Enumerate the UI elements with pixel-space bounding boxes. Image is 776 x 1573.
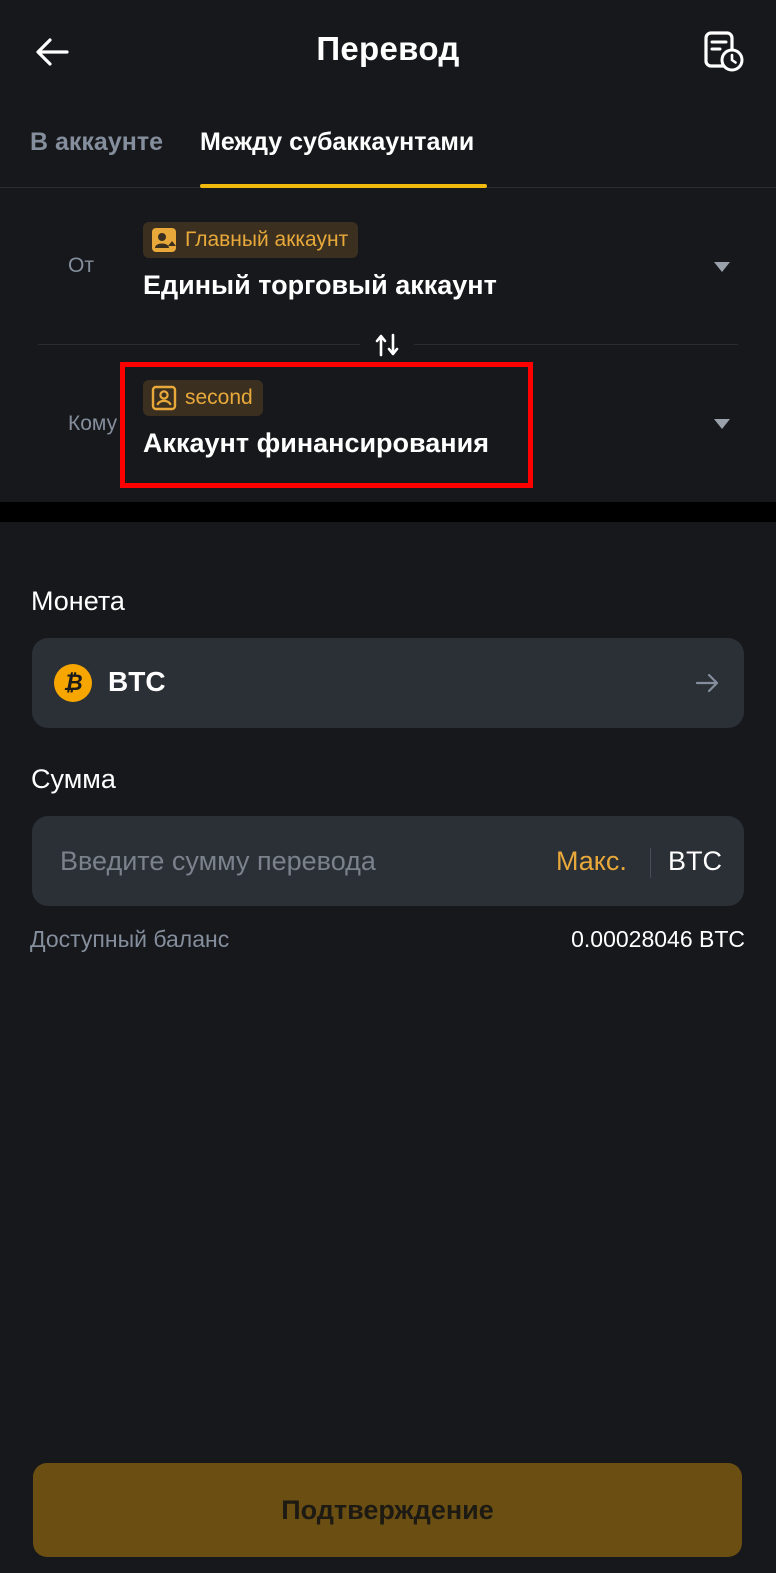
transfer-tabs: В аккаунте Между субаккаунтами bbox=[0, 104, 776, 188]
max-button[interactable]: Макс. bbox=[556, 846, 627, 877]
to-account-name[interactable]: Аккаунт финансирования bbox=[143, 428, 489, 459]
amount-field: Макс. BTC bbox=[32, 816, 744, 906]
page-title: Перевод bbox=[316, 30, 460, 67]
coin-label: Монета bbox=[31, 586, 125, 616]
coin-selector[interactable]: ₿ BTC bbox=[32, 638, 744, 728]
subaccount-user-icon bbox=[151, 385, 177, 411]
header: Перевод bbox=[0, 0, 776, 104]
confirm-button[interactable]: Подтверждение bbox=[33, 1463, 742, 1557]
swap-arrows-icon bbox=[375, 333, 399, 357]
from-tag-text: Главный аккаунт bbox=[185, 228, 349, 251]
available-balance-value: 0.00028046 BTC bbox=[571, 926, 745, 952]
history-document-clock-icon bbox=[704, 31, 744, 72]
tab-in-account[interactable]: В аккаунте bbox=[30, 128, 163, 157]
bitcoin-icon: ₿ bbox=[54, 664, 92, 702]
available-balance-label: Доступный баланс bbox=[30, 926, 230, 952]
main-account-user-icon bbox=[152, 228, 176, 252]
section-separator bbox=[0, 502, 776, 522]
to-tag-text: second bbox=[185, 386, 253, 409]
amount-label: Сумма bbox=[31, 764, 116, 794]
from-account-name[interactable]: Единый торговый аккаунт bbox=[143, 270, 497, 301]
unit-divider bbox=[650, 848, 651, 878]
transfer-route: От Главный аккаунт Единый торговый аккау… bbox=[0, 188, 776, 502]
to-account-tag: second bbox=[143, 380, 263, 416]
from-label: От bbox=[68, 254, 94, 277]
from-dropdown-caret-icon[interactable] bbox=[714, 262, 730, 272]
amount-unit: BTC bbox=[668, 846, 722, 876]
from-account-tag: Главный аккаунт bbox=[143, 222, 359, 258]
tab-between-subaccounts[interactable]: Между субаккаунтами bbox=[200, 128, 474, 157]
swap-accounts-button[interactable] bbox=[360, 318, 414, 372]
coin-name: BTC bbox=[108, 666, 166, 697]
amount-input[interactable] bbox=[60, 836, 540, 886]
to-label: Кому bbox=[68, 412, 118, 435]
history-button[interactable] bbox=[700, 28, 746, 74]
to-dropdown-caret-icon[interactable] bbox=[714, 419, 730, 429]
arrow-right-icon bbox=[695, 673, 719, 693]
